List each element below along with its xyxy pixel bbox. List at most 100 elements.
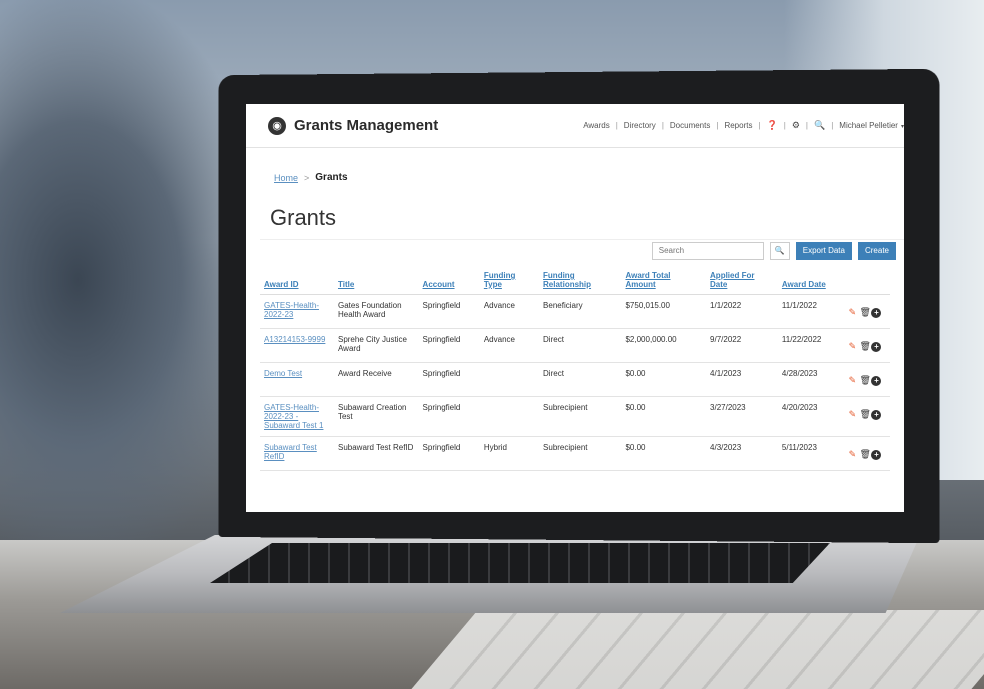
gear-icon[interactable]: ⚙	[792, 120, 800, 131]
plus-circle-icon[interactable]: +	[871, 342, 882, 352]
cell-funding-type: Hybrid	[479, 436, 540, 471]
page-title: Grants	[270, 205, 337, 230]
search-input[interactable]	[651, 241, 764, 260]
cell-award-date: 5/11/2023	[777, 436, 844, 471]
edit-icon[interactable]: ✎	[847, 409, 857, 419]
cell-award-date: 4/28/2023	[777, 362, 844, 397]
cell-title: Award Receive	[333, 362, 419, 397]
plus-circle-icon[interactable]: +	[871, 376, 882, 386]
cell-title: Subaward Test RefID	[333, 436, 419, 471]
cell-funding-type	[479, 362, 540, 397]
table-row: Demo Test Award Receive Springfield Direct $…	[260, 362, 890, 397]
breadcrumb: Home > Grants	[274, 172, 904, 183]
cell-amount: $2,000,000.00	[621, 328, 707, 363]
cell-account: Springfield	[418, 436, 480, 471]
plus-circle-icon[interactable]: +	[871, 410, 882, 420]
cell-award-id: Demo Test	[260, 362, 334, 397]
trash-icon[interactable]: 🗑	[859, 409, 870, 419]
nav-awards[interactable]: Awards	[583, 121, 610, 130]
table-header-row: Award ID Title Account Funding Type Fund…	[260, 271, 890, 295]
nav-documents[interactable]: Documents	[670, 121, 710, 130]
cell-award-id: GATES-Health-2022-23 - Subaward Test 1	[260, 396, 334, 437]
nav-separator: |	[758, 121, 761, 130]
row-actions: ✎ 🗑 +	[843, 362, 890, 397]
cell-title: Subaward Creation Test	[333, 396, 419, 437]
award-id-link[interactable]: Demo Test	[264, 369, 302, 378]
col-title[interactable]: Title	[333, 271, 419, 295]
nav-separator: |	[716, 121, 719, 130]
edit-icon[interactable]: ✎	[847, 307, 857, 317]
table-row: A13214153-9999 Sprehe City Justice Award S…	[260, 328, 890, 363]
nav-separator: |	[661, 121, 664, 130]
cell-award-id: Subaward Test RefID	[260, 436, 334, 471]
breadcrumb-current: Grants	[315, 172, 348, 183]
user-menu[interactable]: Michael Pelletier ▾	[839, 121, 904, 130]
cell-relationship: Direct	[539, 328, 622, 363]
nav-separator: |	[805, 121, 808, 130]
row-actions: ✎ 🗑 +	[843, 436, 890, 471]
cell-applied: 4/3/2023	[706, 436, 778, 471]
grants-table: Award ID Title Account Funding Type Fund…	[260, 271, 890, 471]
cell-title: Sprehe City Justice Award	[333, 328, 419, 363]
cell-relationship: Direct	[539, 362, 622, 397]
table-row: Subaward Test RefID Subaward Test RefID Sp…	[260, 436, 890, 471]
cell-relationship: Subrecipient	[539, 436, 622, 471]
trash-icon[interactable]: 🗑	[859, 341, 870, 351]
cell-applied: 9/7/2022	[706, 328, 778, 363]
col-funding-relationship[interactable]: Funding Relationship	[539, 271, 622, 295]
award-id-link[interactable]: Subaward Test RefID	[264, 443, 317, 461]
nav-separator: |	[831, 121, 834, 130]
breadcrumb-home[interactable]: Home	[274, 173, 298, 183]
cell-funding-type: Advance	[479, 294, 540, 329]
col-award-total[interactable]: Award Total Amount	[621, 271, 707, 295]
col-award-date[interactable]: Award Date	[777, 271, 844, 295]
nav-reports[interactable]: Reports	[724, 121, 752, 130]
laptop-keyboard	[210, 543, 830, 583]
edit-icon[interactable]: ✎	[847, 449, 857, 459]
trash-icon[interactable]: 🗑	[859, 449, 870, 459]
cell-account: Springfield	[418, 362, 480, 397]
cell-award-date: 11/1/2022	[777, 294, 844, 329]
help-icon[interactable]: ❓	[767, 120, 778, 131]
search-icon[interactable]: 🔍	[814, 120, 825, 131]
cell-account: Springfield	[418, 294, 480, 329]
col-applied-date[interactable]: Applied For Date	[706, 271, 778, 295]
row-actions: ✎ 🗑 +	[843, 294, 890, 329]
cell-applied: 3/27/2023	[706, 396, 778, 437]
award-id-link[interactable]: A13214153-9999	[264, 335, 325, 344]
trash-icon[interactable]: 🗑	[859, 375, 870, 385]
col-actions	[843, 271, 890, 295]
award-id-link[interactable]: GATES-Health-2022-23 - Subaward Test 1	[264, 403, 323, 430]
award-id-link[interactable]: GATES-Health-2022-23	[264, 301, 319, 319]
cell-title: Gates Foundation Health Award	[333, 294, 419, 329]
page-content: Home > Grants Grants 🔍 Export Data Creat…	[246, 172, 904, 471]
top-navbar: ◉ Grants Management Awards | Directory |…	[246, 104, 904, 148]
col-funding-type[interactable]: Funding Type	[479, 271, 540, 295]
cell-funding-type: Advance	[479, 328, 540, 363]
row-actions: ✎ 🗑 +	[843, 396, 890, 437]
cell-award-id: GATES-Health-2022-23	[260, 294, 334, 329]
plus-circle-icon[interactable]: +	[871, 308, 882, 318]
search-button[interactable]: 🔍	[769, 241, 790, 260]
table-row: GATES-Health-2022-23 - Subaward Test 1 Su…	[260, 396, 890, 437]
grid-toolbar: 🔍 Export Data Create	[260, 239, 904, 261]
laptop-screen: ◉ Grants Management Awards | Directory |…	[246, 104, 904, 512]
search-icon: 🔍	[774, 246, 785, 255]
background-keyboard	[402, 610, 984, 689]
breadcrumb-separator: >	[304, 172, 310, 183]
cell-amount: $750,015.00	[621, 294, 707, 329]
edit-icon[interactable]: ✎	[847, 341, 857, 351]
col-account[interactable]: Account	[418, 271, 480, 295]
trash-icon[interactable]: 🗑	[859, 307, 870, 317]
cell-applied: 4/1/2023	[706, 362, 778, 397]
plus-circle-icon[interactable]: +	[871, 450, 882, 460]
nav-directory[interactable]: Directory	[624, 121, 656, 130]
export-data-button[interactable]: Export Data	[795, 241, 852, 260]
main-nav: Awards | Directory | Documents | Reports…	[583, 120, 904, 131]
cell-award-date: 4/20/2023	[777, 396, 844, 437]
edit-icon[interactable]: ✎	[847, 375, 857, 385]
col-award-id[interactable]: Award ID	[260, 271, 334, 295]
nav-separator: |	[615, 121, 618, 130]
cell-applied: 1/1/2022	[706, 294, 778, 329]
create-button[interactable]: Create	[857, 241, 896, 260]
